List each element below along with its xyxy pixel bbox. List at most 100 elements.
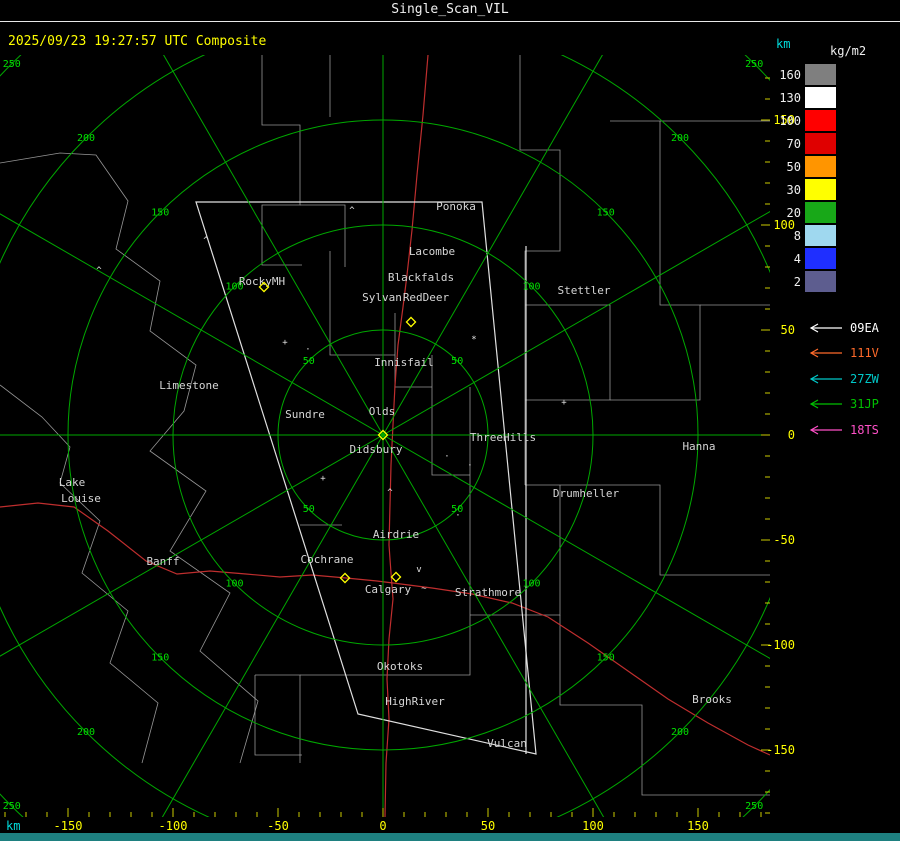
right-axis-label: -50 <box>773 533 795 547</box>
city-label: Calgary <box>365 583 412 596</box>
radar-site-id: 31JP <box>850 397 879 412</box>
legend-value: 20 <box>786 205 801 220</box>
ring-distance-label: 200 <box>77 727 95 738</box>
ring-distance-label: 250 <box>3 59 21 70</box>
bottom-axis-label: 50 <box>480 819 496 833</box>
radar-site-list: 09EA 111V 27ZW 31JP 18TS <box>806 315 879 443</box>
bottom-axis-label: -50 <box>267 819 289 833</box>
legend-color-swatch <box>805 248 836 269</box>
legend-value: 160 <box>779 67 801 82</box>
legend-color-swatch <box>805 271 836 292</box>
city-label: Drumheller <box>553 487 620 500</box>
city-label: Ponoka <box>436 200 476 213</box>
city-label: RockyMH <box>239 275 285 288</box>
radar-site-id: 09EA <box>850 320 879 335</box>
ring-distance-label: 250 <box>745 59 763 70</box>
ring-distance-label: 50 <box>451 356 463 367</box>
window-titlebar: Single_Scan_VIL <box>0 0 900 22</box>
city-label: Airdrie <box>373 528 419 541</box>
ring-distance-label: 100 <box>522 579 540 590</box>
city-label: Sylvan <box>362 291 402 304</box>
bottom-axis-unit-label: km <box>6 819 21 833</box>
legend-color-swatch <box>805 87 836 108</box>
legend-color-swatch <box>805 225 836 246</box>
county-boundary <box>0 384 159 764</box>
legend-rows: 160 130 100 70 50 30 20 8 4 2 <box>772 64 866 292</box>
legend-color-swatch <box>805 179 836 200</box>
legend-entry: 130 <box>772 87 866 108</box>
legend-color-swatch <box>805 133 836 154</box>
legend-entry: 8 <box>772 225 866 246</box>
point-marker-icon: v <box>416 565 421 575</box>
radar-site-id: 111V <box>850 346 879 361</box>
point-marker-icon: + <box>561 398 567 408</box>
status-bar <box>0 833 900 841</box>
legend-value: 70 <box>786 136 801 151</box>
point-marker-icon: ^ <box>349 206 355 216</box>
city-label: Didsbury <box>350 443 403 456</box>
point-marker-icon: · <box>305 345 310 355</box>
city-label: Hanna <box>682 440 715 453</box>
bottom-axis-label: 150 <box>687 819 709 833</box>
bottom-axis-label: -150 <box>53 819 83 833</box>
ring-distance-label: 150 <box>151 653 169 664</box>
scan-timestamp: 2025/09/23 19:27:57 UTC Composite <box>8 34 267 49</box>
city-label: Louise <box>61 492 101 505</box>
ring-distance-label: 250 <box>3 801 21 812</box>
point-marker-icon: ~ <box>421 584 427 594</box>
bottom-axis-label: 0 <box>379 819 387 833</box>
right-axis-label: -100 <box>766 638 795 652</box>
city-label: Lacombe <box>409 245 455 258</box>
vil-legend: kg/m2 160 130 100 70 50 30 20 8 4 2 <box>772 44 866 294</box>
legend-color-swatch <box>805 64 836 85</box>
city-label: Olds <box>369 405 396 418</box>
arrow-left-icon <box>809 399 842 409</box>
ring-distance-label: 200 <box>77 133 95 144</box>
legend-value: 50 <box>786 159 801 174</box>
bottom-axis-label: 100 <box>582 819 604 833</box>
city-label: HighRiver <box>385 695 445 708</box>
legend-value: 2 <box>793 274 801 289</box>
highway-line <box>392 582 770 756</box>
right-axis-label: 0 <box>787 428 795 442</box>
legend-color-swatch <box>805 110 836 131</box>
legend-entry: 20 <box>772 202 866 223</box>
right-axis-label: 50 <box>780 323 795 337</box>
legend-entry: 160 <box>772 64 866 85</box>
arrow-left-icon <box>809 425 842 435</box>
radar-site-row: 27ZW <box>806 366 879 392</box>
city-label: Okotoks <box>377 660 423 673</box>
bottom-axis-label: -100 <box>158 819 188 833</box>
city-marker-icon <box>405 316 417 328</box>
city-label: Sundre <box>285 408 325 421</box>
ring-distance-label: 100 <box>522 282 540 293</box>
point-marker-icon: ^ <box>203 236 209 246</box>
legend-entry: 2 <box>772 271 866 292</box>
city-label: Vulcan <box>487 737 527 750</box>
right-axis-label: -150 <box>766 743 795 757</box>
county-boundary <box>610 121 701 401</box>
legend-value: 4 <box>793 251 801 266</box>
county-boundary <box>0 152 259 764</box>
city-label: Innisfail <box>374 356 434 369</box>
window-title: Single_Scan_VIL <box>391 2 509 17</box>
legend-value: 30 <box>786 182 801 197</box>
county-boundary <box>261 55 302 266</box>
arrow-left-icon <box>809 374 842 384</box>
county-boundary <box>255 674 301 763</box>
legend-color-swatch <box>805 156 836 177</box>
point-marker-icon: · <box>467 461 472 471</box>
point-marker-icon: + <box>282 338 288 348</box>
ring-distance-label: 50 <box>303 504 315 515</box>
radar-site-row: 18TS <box>806 417 879 443</box>
legend-value: 8 <box>793 228 801 243</box>
city-label: Limestone <box>159 379 219 392</box>
city-label: ThreeHills <box>470 431 536 444</box>
city-label: Cochrane <box>301 553 354 566</box>
ring-distance-label: 200 <box>671 133 689 144</box>
radar-map: 50 5050 50100 100100 100150 150150 150200 20020… <box>0 55 770 817</box>
radar-site-id: 18TS <box>850 422 879 437</box>
city-label: Banff <box>146 555 179 568</box>
city-label: Strathmore <box>455 586 521 599</box>
radar-viewer: { "window": { "title": "Single_Scan_VIL"… <box>0 0 900 841</box>
